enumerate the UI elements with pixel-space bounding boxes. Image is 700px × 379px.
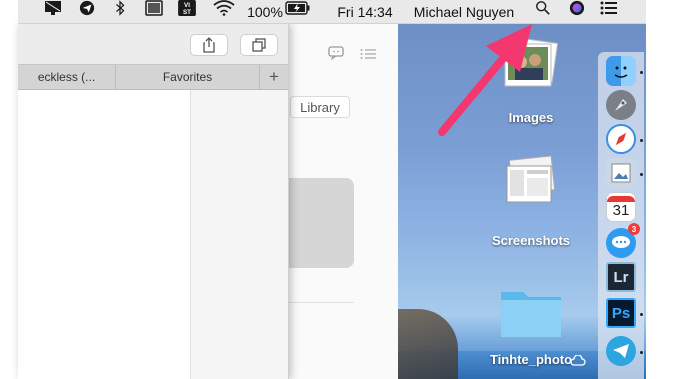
right-margin bbox=[646, 0, 700, 379]
background-window: Library bbox=[288, 24, 398, 379]
battery-charging-icon[interactable] bbox=[285, 0, 311, 16]
dock-photoshop[interactable]: Ps bbox=[606, 298, 636, 328]
tabs-overview-icon bbox=[252, 38, 266, 52]
library-button[interactable]: Library bbox=[290, 96, 350, 118]
dock: 31 3 Lr Ps bbox=[598, 52, 644, 379]
share-icon bbox=[203, 37, 215, 53]
tab-bar: eckless (... Favorites + bbox=[18, 64, 288, 90]
lightroom-label: Lr bbox=[613, 268, 629, 286]
wifi-icon[interactable] bbox=[213, 0, 235, 16]
plus-icon: + bbox=[269, 67, 279, 86]
messages-badge: 3 bbox=[628, 223, 640, 235]
svg-text:ST: ST bbox=[183, 9, 191, 16]
svg-text:VI: VI bbox=[184, 2, 190, 9]
show-tabs-button[interactable] bbox=[240, 34, 278, 56]
desktop-item-screenshots[interactable]: Screenshots bbox=[492, 154, 570, 254]
dock-finder[interactable] bbox=[606, 56, 636, 86]
calendar-day: 31 bbox=[612, 201, 630, 219]
dock-calendar[interactable]: 31 bbox=[606, 192, 636, 222]
dock-telegram[interactable] bbox=[606, 336, 636, 366]
sidebar-panel bbox=[190, 90, 288, 379]
cliff-background bbox=[398, 309, 458, 379]
divider bbox=[288, 302, 354, 303]
rocket-icon bbox=[615, 99, 627, 111]
dock-running-indicator bbox=[640, 139, 643, 142]
left-margin bbox=[0, 0, 18, 379]
photoshop-label: Ps bbox=[611, 304, 631, 322]
new-tab-button[interactable]: + bbox=[260, 65, 288, 89]
list-icon[interactable] bbox=[360, 48, 376, 60]
chat-bubble-icon bbox=[612, 236, 630, 248]
paper-plane-icon bbox=[613, 344, 629, 358]
dock-running-indicator bbox=[640, 351, 643, 354]
dock-running-indicator bbox=[640, 71, 643, 74]
display-icon[interactable] bbox=[44, 0, 62, 16]
dock-lightroom[interactable]: Lr bbox=[606, 262, 636, 292]
content-placeholder bbox=[288, 178, 354, 268]
dock-messages[interactable]: 3 bbox=[606, 223, 640, 258]
dock-safari[interactable] bbox=[606, 124, 636, 154]
tab-favorites-label: Favorites bbox=[162, 70, 213, 84]
battery-percentage[interactable]: 100% bbox=[246, 0, 284, 24]
notification-list-icon[interactable] bbox=[600, 0, 618, 16]
screenshot-stack-icon bbox=[506, 155, 556, 203]
finder-icon bbox=[614, 66, 628, 78]
desktop-item-tinhte-photo-label: Tinhte_photo bbox=[489, 352, 573, 367]
dock-running-indicator bbox=[640, 313, 643, 316]
siri-icon[interactable] bbox=[568, 0, 586, 16]
page-content[interactable] bbox=[18, 90, 190, 379]
dock-running-indicator bbox=[640, 173, 643, 176]
tab-reckless-label: eckless (... bbox=[37, 70, 96, 84]
compass-icon bbox=[615, 132, 627, 146]
window-icon[interactable] bbox=[145, 0, 163, 16]
dock-preview[interactable] bbox=[606, 158, 636, 188]
tab-favorites[interactable]: Favorites bbox=[116, 65, 260, 89]
menu-bar: VI ST 100% Fri 14:34 Michael Nguyen bbox=[18, 0, 646, 24]
library-button-label: Library bbox=[300, 99, 340, 115]
comment-icon[interactable] bbox=[328, 46, 344, 60]
menubar-clock[interactable]: Fri 14:34 bbox=[326, 0, 404, 24]
telegram-icon[interactable] bbox=[78, 0, 96, 16]
dock-launchpad[interactable] bbox=[606, 90, 636, 120]
vietnamese-input-icon[interactable]: VI ST bbox=[177, 0, 197, 16]
desktop-item-screenshots-label: Screenshots bbox=[491, 233, 571, 248]
annotation-arrow bbox=[438, 24, 532, 136]
window-toolbar bbox=[18, 24, 288, 64]
preview-icon bbox=[611, 163, 631, 183]
browser-window: eckless (... Favorites + bbox=[18, 24, 289, 379]
search-icon[interactable] bbox=[534, 0, 552, 16]
bluetooth-icon[interactable] bbox=[111, 0, 129, 16]
desktop-item-tinhte-photo[interactable]: Tinhte_photo bbox=[489, 280, 586, 375]
folder-icon bbox=[501, 292, 561, 337]
share-button[interactable] bbox=[190, 34, 228, 56]
icloud-icon bbox=[570, 355, 586, 366]
tab-reckless[interactable]: eckless (... bbox=[18, 65, 116, 89]
